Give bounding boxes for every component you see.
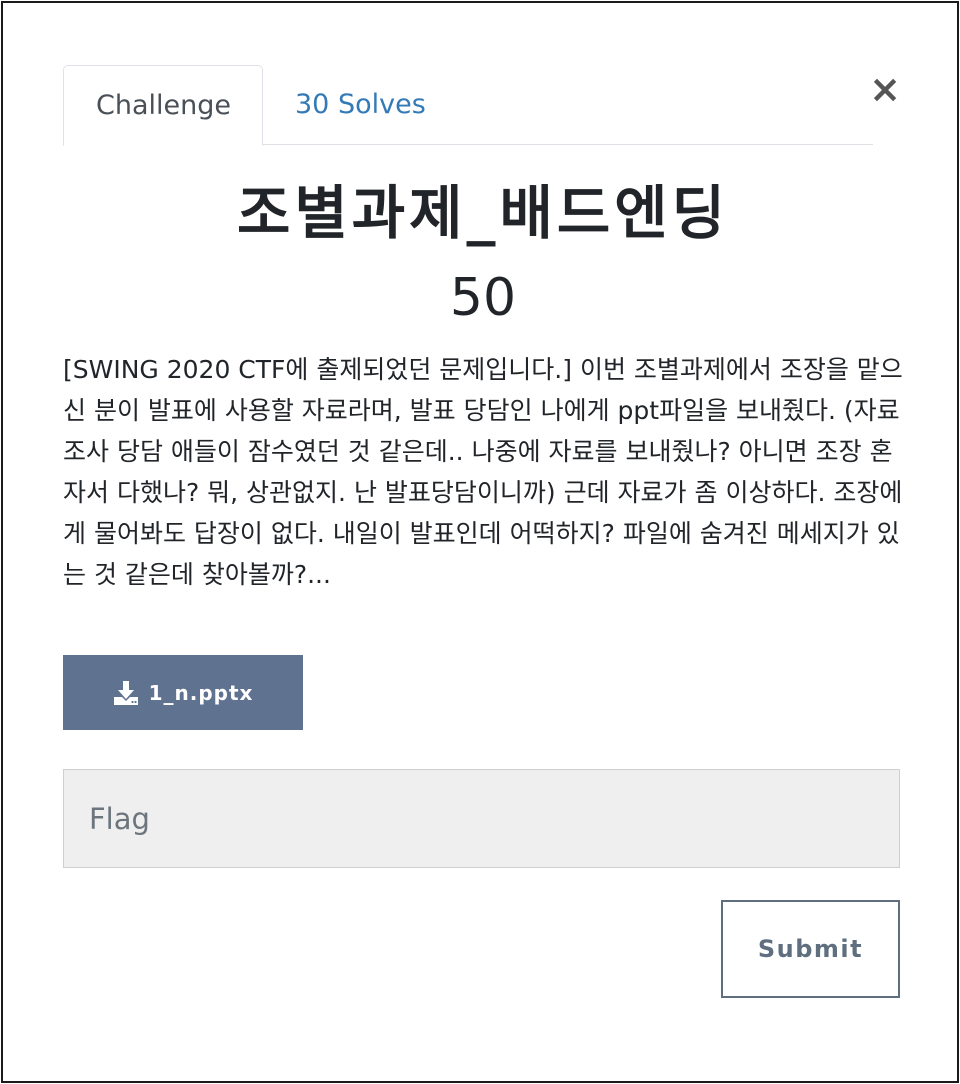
challenge-title: 조별과제_배드엔딩 <box>237 179 729 247</box>
file-name: 1_n.pptx <box>148 680 254 705</box>
challenge-modal: Challenge 30 Solves × 조별과제_배드엔딩 50 [SWIN… <box>1 1 959 1083</box>
file-download-button[interactable]: 1_n.pptx <box>63 655 303 730</box>
challenge-points: 50 <box>449 268 517 328</box>
challenge-description: [SWING 2020 CTF에 출제되었던 문제입니다.] 이번 조별과제에서… <box>63 355 903 589</box>
submit-button[interactable]: Submit <box>721 900 900 998</box>
flag-input[interactable] <box>63 769 900 868</box>
download-icon <box>113 680 138 705</box>
tab-solves-label: 30 Solves <box>295 89 426 120</box>
close-icon[interactable]: × <box>867 69 903 109</box>
tab-challenge-label: Challenge <box>96 90 231 121</box>
tab-solves[interactable]: 30 Solves <box>263 65 458 146</box>
tab-bar: Challenge 30 Solves <box>63 65 873 146</box>
tab-challenge[interactable]: Challenge <box>63 65 263 146</box>
